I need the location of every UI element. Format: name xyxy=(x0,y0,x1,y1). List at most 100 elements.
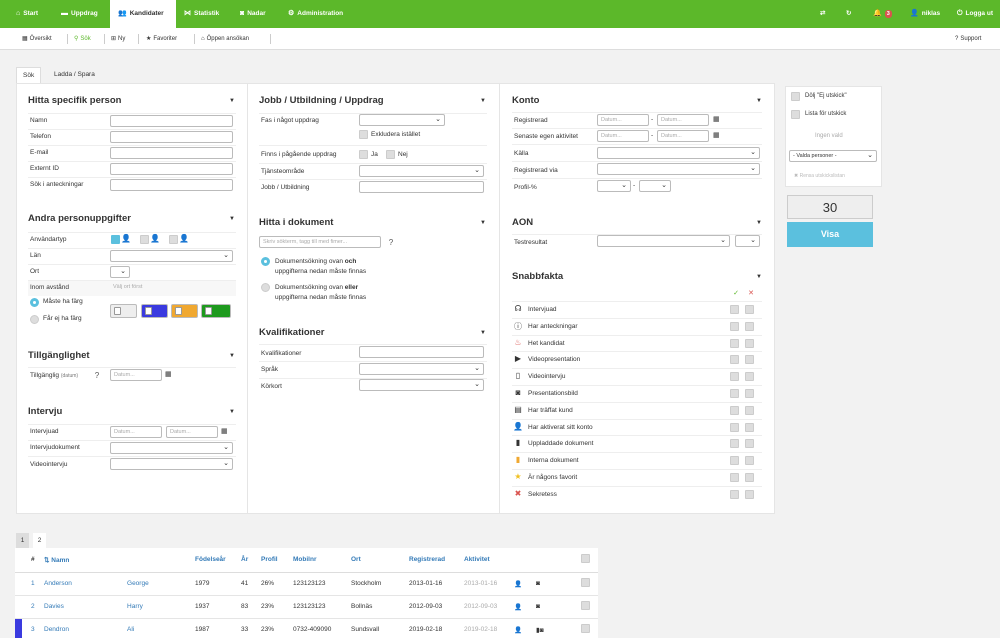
quick-fact-no-checkbox[interactable] xyxy=(745,439,754,449)
help-icon[interactable]: ? xyxy=(386,238,396,247)
color-swatch-white[interactable] xyxy=(110,304,137,318)
col-name[interactable]: ⇅ Namn xyxy=(41,548,192,573)
caret-down-icon[interactable]: ▼ xyxy=(756,274,762,280)
row-number[interactable]: 1 xyxy=(28,572,41,596)
color-swatch-blue[interactable] xyxy=(141,304,168,318)
nav-statistik[interactable]: ⋈ Statistik xyxy=(184,0,219,28)
quick-fact-no-checkbox[interactable] xyxy=(745,405,754,415)
registered-from[interactable]: Datum... xyxy=(597,114,649,126)
language-select[interactable]: ⌄ xyxy=(359,363,484,375)
caret-down-icon[interactable]: ▼ xyxy=(229,216,235,222)
registered-to[interactable]: Datum... xyxy=(657,114,709,126)
nav-uppdrag[interactable]: ▬ Uppdrag xyxy=(61,0,98,28)
quick-fact-no-checkbox[interactable] xyxy=(745,422,754,432)
quick-fact-yes-checkbox[interactable] xyxy=(730,372,739,382)
row-select-checkbox[interactable] xyxy=(581,601,590,610)
notes-search-input[interactable] xyxy=(110,179,233,191)
selected-persons-select[interactable]: - Valda personer - ⌄ xyxy=(789,150,877,162)
first-name[interactable]: Ali xyxy=(124,618,192,638)
last-name[interactable]: Davies xyxy=(41,595,125,619)
quick-fact-no-checkbox[interactable] xyxy=(745,489,754,499)
service-area-select[interactable]: ⌄ xyxy=(359,165,484,177)
show-button[interactable]: Visa xyxy=(787,222,873,247)
select-all-checkbox[interactable] xyxy=(581,554,590,564)
new-link[interactable]: ⊞ Ny xyxy=(111,28,125,50)
external-id-input[interactable] xyxy=(110,163,233,175)
interview-document-select[interactable]: ⌄ xyxy=(110,442,233,454)
email-input[interactable] xyxy=(110,147,233,159)
tab-ladda-spara[interactable]: Ladda / Spara xyxy=(48,67,101,83)
quick-fact-yes-checkbox[interactable] xyxy=(730,389,739,398)
phone-input[interactable] xyxy=(110,131,233,143)
source-select[interactable]: ⌄ xyxy=(597,147,760,159)
select-cell[interactable] xyxy=(578,572,598,596)
search-link[interactable]: ⚲ Sök xyxy=(74,28,91,50)
shuffle-icon[interactable]: ⇄ xyxy=(820,0,825,28)
col-registered[interactable]: Registrerad xyxy=(406,548,461,573)
hide-no-mailing-checkbox[interactable] xyxy=(791,92,800,101)
usertype-checkbox[interactable] xyxy=(169,235,178,244)
profile-max-select[interactable]: ⌄ xyxy=(639,180,671,192)
quick-fact-no-checkbox[interactable] xyxy=(745,355,754,365)
calendar-icon[interactable]: ▦ xyxy=(713,115,720,123)
test-result-op-select[interactable]: ⌄ xyxy=(735,235,760,247)
caret-down-icon[interactable]: ▼ xyxy=(756,220,762,226)
select-cell[interactable] xyxy=(578,618,598,638)
last-name[interactable]: Dendron xyxy=(41,618,125,638)
video-interview-select[interactable]: ⌄ xyxy=(110,458,233,470)
clear-mailing-link[interactable]: ✖ Rensa utskickslistan xyxy=(794,173,845,179)
row-number[interactable]: 3 xyxy=(28,618,41,638)
col-birthyear[interactable]: Födelseår xyxy=(192,548,238,573)
row-select-checkbox[interactable] xyxy=(581,624,590,633)
calendar-icon[interactable]: ▦ xyxy=(221,427,228,435)
quick-fact-no-checkbox[interactable] xyxy=(745,338,754,348)
favorites-link[interactable]: ★ Favoriter xyxy=(146,28,177,50)
col-mobile[interactable]: Mobilnr xyxy=(290,548,348,573)
phase-select[interactable]: ⌄ xyxy=(359,114,445,126)
col-city[interactable]: Ort xyxy=(348,548,406,573)
quick-fact-no-checkbox[interactable] xyxy=(745,372,754,382)
user-menu[interactable]: 👤 niklas xyxy=(910,0,940,28)
nav-start[interactable]: ⌂ Start xyxy=(16,0,38,28)
document-search-input[interactable]: Skriv sökterm, tagg till med fimer... xyxy=(259,236,381,248)
profile-min-select[interactable]: ⌄ xyxy=(597,180,631,192)
activity-to[interactable]: Datum... xyxy=(657,130,709,142)
page-2[interactable]: 2 xyxy=(33,533,46,548)
notifications-button[interactable]: 🔔 3 xyxy=(873,0,892,28)
color-swatch-orange[interactable] xyxy=(171,304,198,318)
refresh-icon[interactable]: ↻ xyxy=(846,0,851,28)
logout-link[interactable]: ⏻ Logga ut xyxy=(957,0,993,28)
must-not-have-color-radio[interactable] xyxy=(30,315,39,324)
quick-fact-yes-checkbox[interactable] xyxy=(730,338,739,348)
doc-or-radio[interactable] xyxy=(261,283,270,292)
col-profile[interactable]: Profil xyxy=(258,548,290,573)
mailing-list-checkbox[interactable] xyxy=(791,110,800,119)
quick-fact-yes-checkbox[interactable] xyxy=(730,405,739,415)
nav-administration[interactable]: ⚙ Administration xyxy=(288,0,343,28)
job-education-input[interactable] xyxy=(359,181,484,193)
caret-down-icon[interactable]: ▼ xyxy=(229,353,235,359)
caret-down-icon[interactable]: ▼ xyxy=(229,409,235,415)
ongoing-no-checkbox[interactable] xyxy=(386,150,395,159)
caret-down-icon[interactable]: ▼ xyxy=(756,98,762,104)
interview-date-to[interactable]: Datum... xyxy=(166,426,218,438)
select-all-column[interactable] xyxy=(578,548,598,573)
quick-fact-yes-checkbox[interactable] xyxy=(730,305,739,314)
quick-fact-no-checkbox[interactable] xyxy=(745,473,754,482)
exclude-checkbox[interactable] xyxy=(359,130,368,139)
quick-fact-yes-checkbox[interactable] xyxy=(730,422,739,432)
ongoing-yes-checkbox[interactable] xyxy=(359,150,368,159)
quick-fact-yes-checkbox[interactable] xyxy=(730,473,739,482)
caret-down-icon[interactable]: ▼ xyxy=(480,98,486,104)
calendar-icon[interactable]: ▦ xyxy=(713,131,720,139)
quick-fact-yes-checkbox[interactable] xyxy=(730,456,739,466)
interview-date-from[interactable]: Datum... xyxy=(110,426,162,438)
col-activity[interactable]: Aktivitet xyxy=(461,548,511,573)
help-icon[interactable]: ? xyxy=(92,371,102,380)
caret-down-icon[interactable]: ▼ xyxy=(480,220,486,226)
ort-select[interactable]: ⌄ xyxy=(110,266,130,278)
table-row[interactable]: 1 Anderson George 1979 41 26% 123123123 Stockho… xyxy=(15,572,598,596)
caret-down-icon[interactable]: ▼ xyxy=(480,330,486,336)
available-date-input[interactable]: Datum... xyxy=(110,369,162,381)
color-swatch-green[interactable] xyxy=(201,304,231,318)
